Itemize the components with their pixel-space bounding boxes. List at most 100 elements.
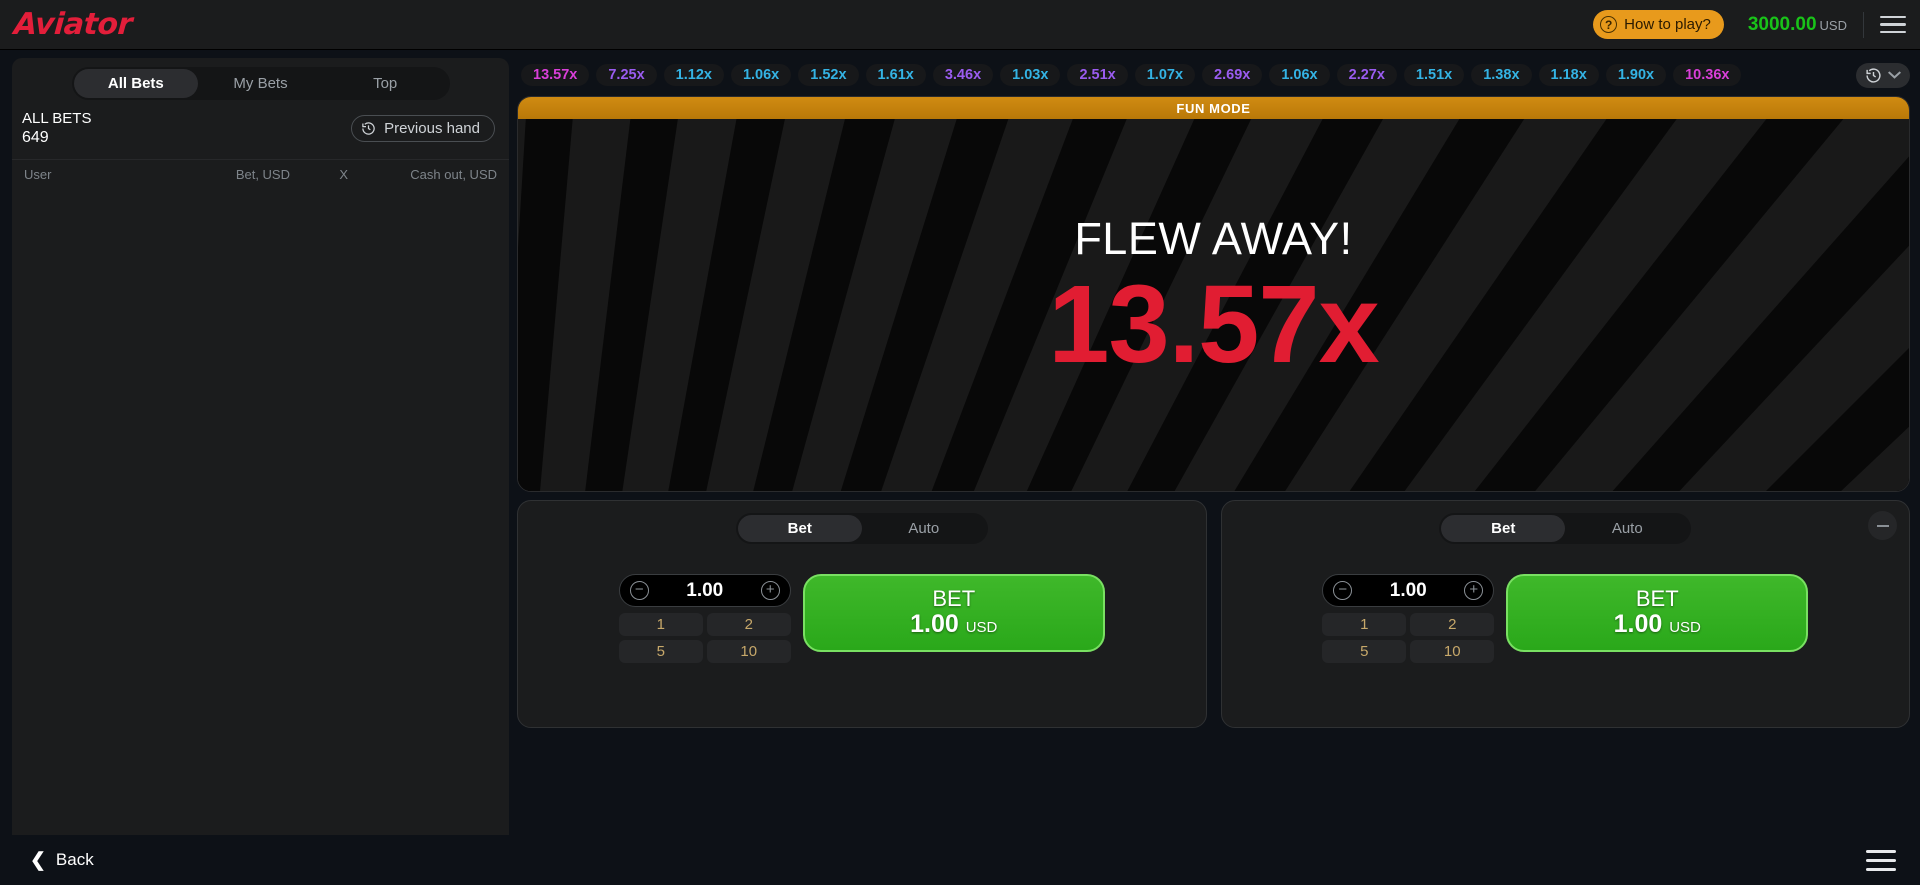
- minimize-icon[interactable]: [1868, 511, 1897, 540]
- history-chip[interactable]: 1.51x: [1403, 64, 1465, 86]
- main-layout: All Bets My Bets Top ALL BETS 649 Previo…: [0, 50, 1920, 885]
- history-chip[interactable]: 1.12x: [663, 64, 724, 86]
- hamburger-menu-icon[interactable]: [1880, 15, 1906, 34]
- top-bar: Aviator ? How to play? 3000.00 USD: [0, 0, 1920, 50]
- history-chip[interactable]: 1.06x: [1269, 64, 1330, 86]
- bet-panel-2-quick-amounts: 1 2 5 10: [1322, 613, 1495, 663]
- bet-panel-1: Bet Auto − 1.00 + 1 2 5 10 BET 1.00 USD: [517, 500, 1207, 728]
- bet-panel-1-tab-auto[interactable]: Auto: [862, 515, 986, 542]
- bets-tabs: All Bets My Bets Top: [71, 67, 450, 100]
- back-label: Back: [55, 850, 94, 869]
- bets-sidebar: All Bets My Bets Top ALL BETS 649 Previo…: [0, 50, 517, 885]
- bet-panel-1-bet-button[interactable]: BET 1.00 USD: [802, 574, 1105, 652]
- balance-display: 3000.00 USD: [1748, 14, 1847, 36]
- tab-all-bets[interactable]: All Bets: [73, 69, 199, 98]
- history-chip[interactable]: 2.51x: [1067, 64, 1128, 86]
- history-toggle-button[interactable]: [1856, 62, 1910, 88]
- bet-panel-1-tabs: Bet Auto: [735, 513, 988, 544]
- bet-panels: Bet Auto − 1.00 + 1 2 5 10 BET 1.00 USD …: [517, 500, 1910, 728]
- bet-panel-1-bet-amount: 1.00: [910, 610, 959, 639]
- bet-panel-2-bet-button[interactable]: BET 1.00 USD: [1506, 574, 1809, 652]
- history-chip[interactable]: 1.61x: [865, 64, 926, 86]
- back-button[interactable]: ❮ Back: [30, 849, 94, 872]
- bet-panel-2-bet-amount: 1.00: [1613, 610, 1663, 639]
- history-chip[interactable]: 1.06x: [730, 64, 792, 86]
- plus-circle-icon[interactable]: +: [1464, 581, 1484, 600]
- history-clock-icon: [362, 122, 375, 135]
- column-cashout: Cash out, USD: [410, 166, 497, 182]
- bets-table-header: User Bet, USD X Cash out, USD: [12, 158, 509, 189]
- fun-mode-banner: FUN MODE: [518, 97, 1909, 119]
- bet-panel-2-bet-value: 1.00 USD: [1614, 610, 1701, 639]
- history-chip[interactable]: 3.46x: [932, 64, 994, 86]
- all-bets-summary: ALL BETS 649: [22, 110, 91, 147]
- all-bets-label: ALL BETS: [22, 110, 92, 127]
- bet-panel-2-body: − 1.00 + 1 2 5 10 BET 1.00 USD: [1222, 574, 1910, 663]
- history-clock-icon: [1866, 67, 1881, 83]
- previous-hand-button[interactable]: Previous hand: [351, 114, 495, 142]
- history-chip[interactable]: 1.52x: [798, 64, 859, 86]
- bet-panel-1-tab-bet[interactable]: Bet: [737, 515, 862, 542]
- history-chip[interactable]: 7.25x: [596, 64, 657, 86]
- plus-circle-icon[interactable]: +: [760, 581, 780, 600]
- crash-multiplier: 13.57x: [1048, 263, 1379, 387]
- bet-panel-2-amount[interactable]: 1.00: [1390, 580, 1427, 602]
- game-main: 13.57x 7.25x 1.12x 1.06x 1.52x 1.61x 3.46x 1.03…: [517, 50, 1920, 885]
- column-bet: Bet, USD: [235, 166, 290, 182]
- history-chip[interactable]: 10.36x: [1673, 64, 1742, 86]
- bet-panel-2-stepper: − 1.00 +: [1322, 574, 1495, 607]
- flew-away-label: FLEW AWAY!: [1074, 213, 1353, 265]
- history-chip[interactable]: 1.18x: [1538, 64, 1599, 86]
- bet-panel-2-bet-title: BET: [1635, 586, 1679, 612]
- quick-amount-button[interactable]: 10: [1410, 640, 1495, 663]
- chevron-down-icon: [1888, 70, 1901, 79]
- history-chip[interactable]: 2.69x: [1202, 64, 1263, 86]
- tab-my-bets[interactable]: My Bets: [198, 69, 323, 98]
- history-chip[interactable]: 1.90x: [1605, 64, 1667, 86]
- multiplier-history-bar: 13.57x 7.25x 1.12x 1.06x 1.52x 1.61x 3.46x 1.03…: [517, 56, 1910, 94]
- bet-panel-1-quick-amounts: 1 2 5 10: [618, 613, 791, 663]
- minus-circle-icon[interactable]: −: [629, 581, 649, 600]
- bet-panel-1-controls: − 1.00 + 1 2 5 10: [618, 574, 791, 663]
- bet-panel-2-tab-auto[interactable]: Auto: [1565, 515, 1689, 542]
- bets-list[interactable]: [12, 189, 509, 849]
- quick-amount-button[interactable]: 1: [1322, 613, 1407, 636]
- history-chip[interactable]: 1.07x: [1134, 64, 1196, 86]
- bet-panel-2-controls: − 1.00 + 1 2 5 10: [1322, 574, 1495, 663]
- quick-amount-button[interactable]: 10: [706, 640, 791, 663]
- game-canvas-card: FUN MODE FLEW AWAY! 13.57x: [517, 96, 1910, 492]
- bet-panel-2-bet-currency: USD: [1669, 619, 1701, 637]
- quick-amount-button[interactable]: 5: [1322, 640, 1407, 663]
- all-bets-count: 649: [22, 128, 49, 146]
- all-bets-header: ALL BETS 649 Previous hand: [12, 100, 509, 159]
- balance-currency: USD: [1819, 17, 1847, 33]
- chevron-left-icon: ❮: [30, 849, 46, 871]
- history-chip[interactable]: 13.57x: [521, 64, 590, 86]
- bottom-bar: ❮ Back: [0, 835, 1920, 885]
- quick-amount-button[interactable]: 2: [706, 613, 791, 636]
- quick-amount-button[interactable]: 5: [618, 640, 703, 663]
- how-to-play-label: How to play?: [1624, 16, 1711, 33]
- history-chip[interactable]: 1.38x: [1471, 64, 1532, 86]
- multiplier-history-list[interactable]: 13.57x 7.25x 1.12x 1.06x 1.52x 1.61x 3.46x 1.03…: [521, 64, 1844, 86]
- bet-panel-2-tab-bet[interactable]: Bet: [1441, 515, 1566, 542]
- divider: [1863, 11, 1864, 38]
- hamburger-menu-icon[interactable]: [1866, 849, 1896, 871]
- bets-card: All Bets My Bets Top ALL BETS 649 Previo…: [12, 58, 509, 885]
- history-chip[interactable]: 1.03x: [1000, 64, 1061, 86]
- bet-panel-1-bet-currency: USD: [965, 619, 998, 637]
- tab-top[interactable]: Top: [323, 69, 448, 98]
- bet-panel-1-bet-value: 1.00 USD: [910, 610, 997, 639]
- minus-circle-icon[interactable]: −: [1333, 581, 1353, 600]
- bet-panel-2: Bet Auto − 1.00 + 1 2 5 10 BET 1.00 USD: [1220, 500, 1910, 728]
- quick-amount-button[interactable]: 2: [1410, 613, 1495, 636]
- quick-amount-button[interactable]: 1: [618, 613, 703, 636]
- bet-panel-1-bet-title: BET: [932, 586, 976, 612]
- column-multiplier: X: [339, 166, 348, 182]
- aviator-logo: Aviator: [12, 7, 134, 42]
- how-to-play-button[interactable]: ? How to play?: [1593, 10, 1724, 39]
- bet-panel-1-body: − 1.00 + 1 2 5 10 BET 1.00 USD: [518, 574, 1206, 663]
- bet-panel-1-amount[interactable]: 1.00: [686, 580, 723, 602]
- history-chip[interactable]: 2.27x: [1336, 64, 1397, 86]
- game-result-text: FLEW AWAY! 13.57x: [518, 119, 1909, 491]
